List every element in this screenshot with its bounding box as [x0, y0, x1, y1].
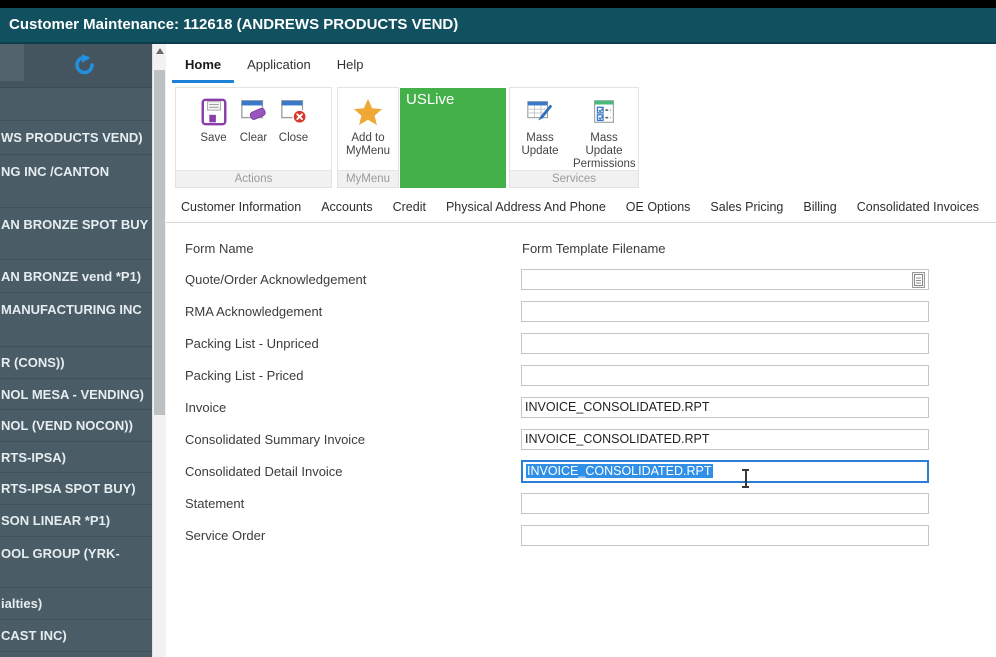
form-row-consolidated-summary-invoice: Consolidated Summary Invoice INVOICE_CON… — [185, 424, 929, 456]
tab-credit[interactable]: Credit — [393, 196, 426, 222]
sidebar-header — [0, 44, 152, 88]
tab-oe-options[interactable]: OE Options — [626, 196, 691, 222]
customer-list-item[interactable]: NOL MESA - VENDING) — [0, 379, 152, 410]
consolidated-detail-invoice-input[interactable]: INVOICE_CONSOLIDATED.RPT — [521, 460, 929, 483]
sidebar-corner-button[interactable] — [0, 44, 24, 81]
form-row-quote-order-acknowledgement: Quote/Order Acknowledgement — [185, 264, 929, 296]
customer-list-item[interactable]: RTS-IPSA SPOT BUY) — [0, 473, 152, 505]
mass-update-permissions-button[interactable]: Mass Update Permissions — [570, 93, 638, 173]
group-label-actions: Actions — [176, 170, 331, 187]
service-order-input[interactable] — [521, 525, 929, 546]
ribbon-group-services: Mass Update — [509, 87, 639, 188]
tab-physical-address-and-phone[interactable]: Physical Address And Phone — [446, 196, 606, 222]
customer-list-item[interactable]: OOL GROUP (YRK- — [0, 537, 152, 588]
form-name-header: Form Name — [185, 241, 254, 256]
permissions-checklist-icon — [587, 95, 621, 129]
refresh-icon[interactable] — [72, 52, 98, 78]
template-picker-icon[interactable] — [912, 272, 925, 288]
page-tab-bar: Customer Information Accounts Credit Phy… — [166, 196, 996, 223]
rma-acknowledgement-input[interactable] — [521, 301, 929, 322]
selected-text: INVOICE_CONSOLIDATED.RPT — [526, 464, 713, 478]
mass-update-table-icon — [523, 95, 557, 129]
invoice-input[interactable]: INVOICE_CONSOLIDATED.RPT — [521, 397, 929, 418]
scrollbar-thumb[interactable] — [154, 70, 165, 415]
packing-list-unpriced-input[interactable] — [521, 333, 929, 354]
group-label-mymenu: MyMenu — [338, 170, 398, 187]
add-to-mymenu-button[interactable]: Add to MyMenu — [338, 93, 398, 160]
customer-list-item[interactable]: NG INC /CANTON — [0, 155, 152, 208]
customer-list-item[interactable]: CAST INC) — [0, 620, 152, 652]
form-row-consolidated-detail-invoice: Consolidated Detail Invoice INVOICE_CONS… — [185, 456, 929, 488]
group-label-services: Services — [510, 170, 638, 187]
customer-list-sidebar: WS PRODUCTS VEND) NG INC /CANTON AN BRON… — [0, 44, 152, 657]
customer-list-item[interactable]: RTS-IPSA) — [0, 442, 152, 473]
tab-sales-pricing[interactable]: Sales Pricing — [710, 196, 783, 222]
text-cursor-icon — [740, 468, 751, 488]
environment-badge: USLive — [400, 88, 506, 188]
packing-list-priced-input[interactable] — [521, 365, 929, 386]
consolidated-summary-invoice-input[interactable]: INVOICE_CONSOLIDATED.RPT — [521, 429, 929, 450]
clear-eraser-icon — [237, 95, 271, 129]
customer-list-item[interactable]: R (CONS)) — [0, 347, 152, 379]
sidebar-empty-row — [0, 88, 152, 121]
tab-consolidated-invoices[interactable]: Consolidated Invoices — [857, 196, 979, 222]
ribbon-tab-help[interactable]: Help — [324, 50, 377, 83]
close-button[interactable]: Close — [274, 93, 314, 147]
main-panel: Home Application Help S — [166, 44, 996, 657]
mass-update-button[interactable]: Mass Update — [510, 93, 570, 160]
tab-customer-information[interactable]: Customer Information — [181, 196, 301, 222]
customer-list-item[interactable]: AN BRONZE vend *P1) — [0, 260, 152, 293]
clear-button[interactable]: Clear — [234, 93, 274, 147]
ribbon-group-mymenu: Add to MyMenu MyMenu — [337, 87, 399, 188]
save-button[interactable]: Save — [194, 93, 234, 147]
ribbon-tab-home[interactable]: Home — [172, 50, 234, 83]
customer-list-item[interactable]: MANUFACTURING INC — [0, 293, 152, 347]
quote-order-acknowledgement-input[interactable] — [521, 269, 929, 290]
form-row-invoice: Invoice INVOICE_CONSOLIDATED.RPT — [185, 392, 929, 424]
ribbon-group-actions: Save Clear — [175, 87, 332, 188]
customer-list-item[interactable]: NOL (VEND NOCON)) — [0, 410, 152, 442]
statement-input[interactable] — [521, 493, 929, 514]
form-row-packing-list-unpriced: Packing List - Unpriced — [185, 328, 929, 360]
close-window-icon — [277, 95, 311, 129]
form-template-filename-header: Form Template Filename — [522, 241, 666, 256]
sidebar-scrollbar[interactable] — [152, 44, 166, 657]
ribbon-tab-application[interactable]: Application — [234, 50, 324, 83]
form-row-packing-list-priced: Packing List - Priced — [185, 360, 929, 392]
customer-list-item[interactable]: WS PRODUCTS VEND) — [0, 121, 152, 155]
ribbon-tab-bar: Home Application Help — [172, 50, 376, 83]
form-row-service-order: Service Order — [185, 520, 929, 552]
customer-list-item[interactable]: AN BRONZE SPOT BUY — [0, 208, 152, 260]
form-row-statement: Statement — [185, 488, 929, 520]
customer-list-item[interactable]: ialties) — [0, 588, 152, 620]
form-rows: Quote/Order Acknowledgement RMA Acknowle — [185, 264, 929, 552]
window-title: Customer Maintenance: 112618 (ANDREWS PR… — [0, 8, 996, 44]
save-floppy-icon — [197, 95, 231, 129]
star-icon — [351, 95, 385, 129]
scrollbar-up-arrow-icon[interactable] — [156, 48, 164, 54]
customer-list-item[interactable]: SON LINEAR *P1) — [0, 505, 152, 537]
tab-billing[interactable]: Billing — [803, 196, 836, 222]
form-row-rma-acknowledgement: RMA Acknowledgement — [185, 296, 929, 328]
tab-accounts[interactable]: Accounts — [321, 196, 372, 222]
top-black-strip — [0, 0, 996, 8]
app-window: Customer Maintenance: 112618 (ANDREWS PR… — [0, 0, 996, 657]
